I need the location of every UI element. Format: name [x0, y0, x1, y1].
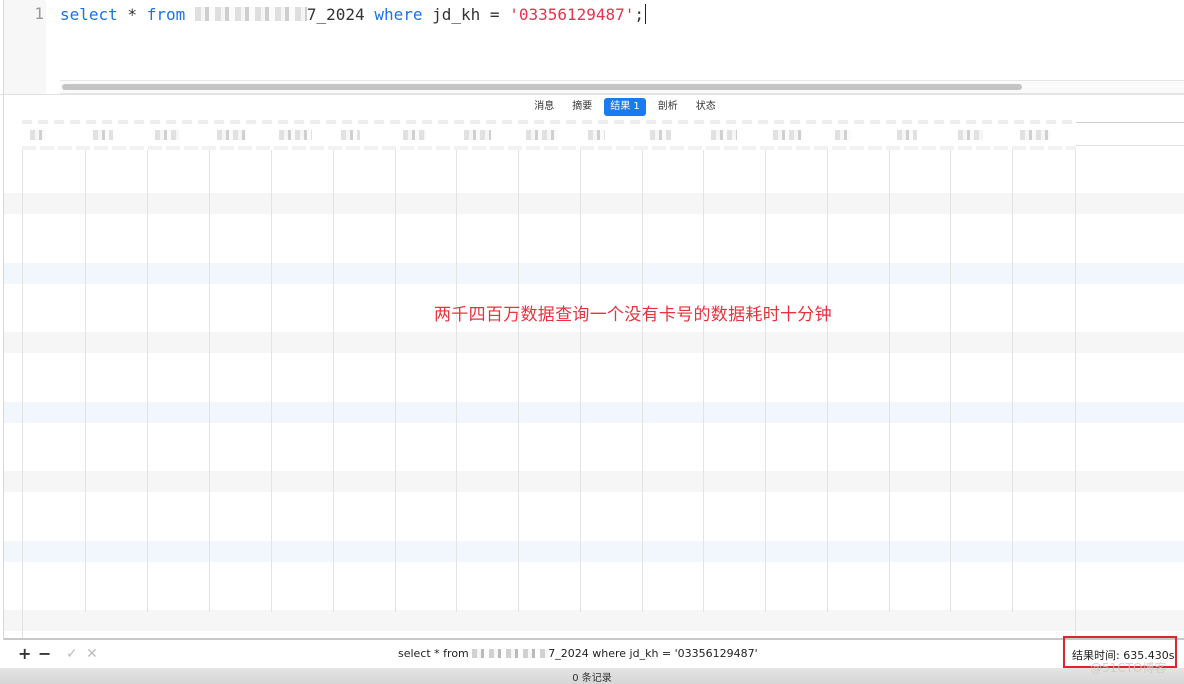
keyword-select: select	[60, 5, 118, 24]
editor-divider	[0, 94, 1184, 95]
redacted-column-header[interactable]	[650, 130, 671, 140]
redacted-header-bottom	[22, 146, 1076, 150]
delete-row-button[interactable]: −	[38, 645, 51, 663]
redacted-column-header[interactable]	[773, 130, 803, 140]
tab-profile[interactable]: 剖析	[652, 98, 684, 116]
redacted-column-header[interactable]	[1020, 130, 1050, 140]
column-divider[interactable]	[827, 150, 828, 612]
column-divider[interactable]	[333, 150, 334, 612]
redacted-column-header[interactable]	[341, 130, 360, 140]
empty-row-stripe	[4, 193, 1184, 214]
redacted-column-header[interactable]	[526, 130, 558, 140]
redacted-column-header[interactable]	[897, 130, 917, 140]
column-divider[interactable]	[1075, 150, 1076, 638]
statement-terminator: ;	[634, 5, 645, 24]
redacted-column-header[interactable]	[711, 130, 737, 140]
column-divider[interactable]	[580, 150, 581, 612]
scrollbar-thumb[interactable]	[62, 84, 1022, 90]
redacted-column-header[interactable]	[30, 130, 46, 140]
empty-row-stripe	[4, 471, 1184, 492]
column-divider[interactable]	[456, 150, 457, 612]
column-divider[interactable]	[950, 150, 951, 612]
tab-status[interactable]: 状态	[690, 98, 722, 116]
redacted-column-header[interactable]	[958, 130, 983, 140]
column-divider[interactable]	[642, 150, 643, 612]
table-name-suffix: 7_2024	[306, 5, 365, 24]
redacted-column-header[interactable]	[279, 130, 312, 140]
redacted-column-header[interactable]	[217, 130, 246, 140]
grid-header-row	[22, 124, 1076, 146]
add-row-button[interactable]: +	[18, 645, 31, 663]
sql-suffix: 7_2024 where jd_kh = '03356129487'	[548, 647, 758, 660]
empty-row-stripe	[4, 262, 1184, 284]
empty-row-stripe	[4, 610, 1184, 631]
keyword-from: from	[146, 5, 186, 24]
status-bar: 0 条记录	[0, 668, 1184, 684]
column-divider[interactable]	[889, 150, 890, 612]
executed-sql-text: select * from 7_2024 where jd_kh = '0335…	[398, 647, 758, 660]
string-literal: '03356129487'	[509, 5, 635, 24]
column-divider[interactable]	[395, 150, 396, 612]
line-number: 1	[34, 4, 44, 23]
redacted-column-header[interactable]	[464, 130, 491, 140]
column-divider[interactable]	[518, 150, 519, 612]
redacted-table-name	[194, 7, 307, 21]
redacted-column-header[interactable]	[403, 130, 426, 140]
column-divider[interactable]	[271, 150, 272, 612]
result-tabs: 消息 摘要 结果 1 剖析 状态	[0, 98, 1184, 116]
redacted-column-header[interactable]	[93, 130, 113, 140]
discard-changes-button[interactable]: ✕	[86, 645, 98, 663]
redacted-table-name	[472, 649, 549, 658]
column-divider[interactable]	[1012, 150, 1013, 612]
redacted-column-header[interactable]	[155, 130, 179, 140]
result-grid[interactable]	[4, 120, 1184, 638]
header-border-top	[1076, 122, 1184, 123]
tab-summary[interactable]: 摘要	[566, 98, 598, 116]
redacted-column-header[interactable]	[835, 130, 851, 140]
annotation-text: 两千四百万数据查询一个没有卡号的数据耗时十分钟	[434, 305, 832, 325]
text-caret	[645, 4, 647, 24]
record-count: 0 条记录	[572, 673, 612, 684]
sql-code-line[interactable]: select * from 7_2024 where jd_kh = '0335…	[60, 4, 647, 25]
select-star: *	[117, 5, 147, 24]
sql-editor[interactable]: 1 select * from 7_2024 where jd_kh = '03…	[4, 0, 1184, 94]
column-divider[interactable]	[765, 150, 766, 612]
bottom-toolbar: + − ✓ ✕ select * from 7_2024 where jd_kh…	[4, 638, 1184, 668]
where-condition: jd_kh =	[422, 5, 510, 24]
editor-horizontal-scrollbar[interactable]	[60, 80, 1184, 94]
column-divider[interactable]	[209, 150, 210, 612]
redacted-column-header[interactable]	[588, 130, 605, 140]
empty-row-stripe	[4, 540, 1184, 562]
column-divider[interactable]	[85, 150, 86, 612]
tab-result-1[interactable]: 结果 1	[604, 98, 646, 116]
empty-row-stripe	[4, 332, 1184, 353]
column-divider[interactable]	[147, 150, 148, 612]
apply-changes-button[interactable]: ✓	[66, 645, 78, 663]
empty-row-stripe	[4, 401, 1184, 423]
line-gutter: 1	[4, 0, 46, 94]
column-divider[interactable]	[703, 150, 704, 612]
keyword-where: where	[374, 5, 423, 24]
sql-prefix: select * from	[398, 647, 473, 660]
column-divider[interactable]	[22, 150, 23, 638]
header-border-bottom	[1076, 145, 1184, 146]
watermark: @51CTO博客	[1090, 661, 1167, 675]
tab-message[interactable]: 消息	[528, 98, 560, 116]
